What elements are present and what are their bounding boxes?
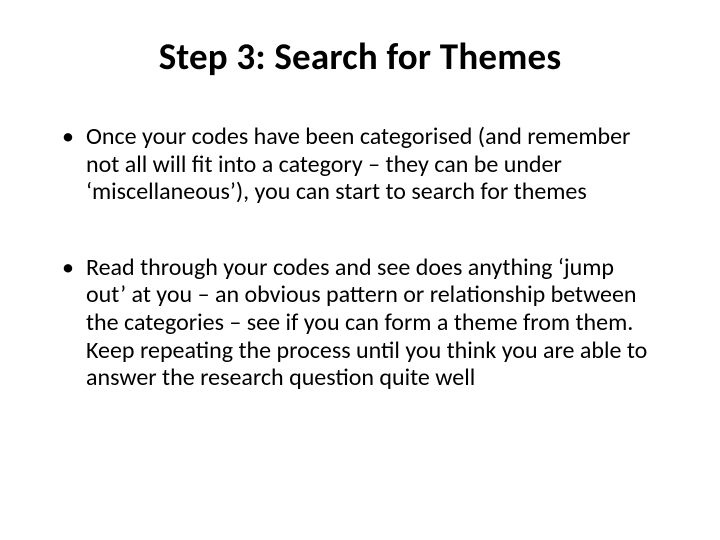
list-item: Once your codes have been categorised (a…	[86, 123, 660, 206]
slide: Step 3: Search for Themes Once your code…	[0, 0, 720, 540]
page-title: Step 3: Search for Themes	[60, 34, 660, 79]
bullet-list: Once your codes have been categorised (a…	[60, 123, 660, 392]
list-item: Read through your codes and see does any…	[86, 254, 660, 392]
